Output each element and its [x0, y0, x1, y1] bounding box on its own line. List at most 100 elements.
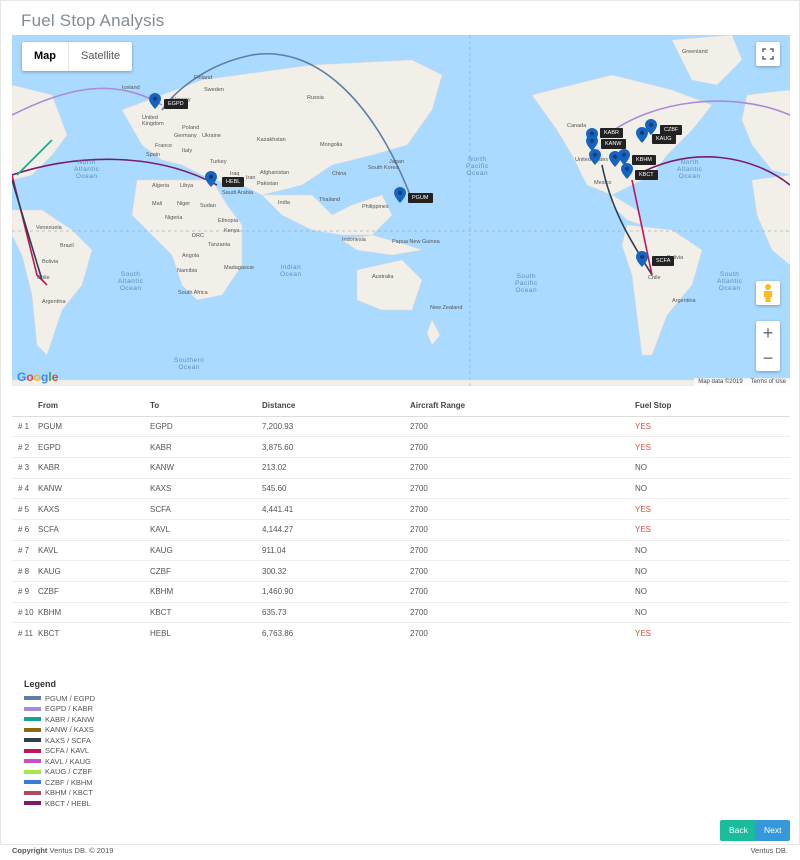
footer-brand: Ventus DB.	[750, 846, 788, 855]
table-row: # 1 PGUM EGPD 7,200.93 2700 YES	[12, 415, 790, 437]
label-bolivia: Bolivia	[42, 259, 59, 265]
distance-cell: 213.02	[262, 456, 410, 479]
range-cell: 2700	[410, 622, 635, 644]
to-cell: HEBL	[150, 622, 262, 644]
marker-kbct[interactable]	[621, 163, 633, 179]
street-view-button[interactable]	[756, 281, 780, 305]
legend-label: CZBF / KBHM	[45, 777, 93, 787]
table-row: # 8 KAUG CZBF 300.32 2700 NO	[12, 560, 790, 582]
map-pin-icon	[205, 171, 217, 187]
legend-item: KANW / KAXS	[24, 725, 95, 736]
table-row: # 5 KAXS SCFA 4,441.41 2700 YES	[12, 498, 790, 520]
label-iceland: Iceland	[122, 85, 140, 91]
distance-cell: 1,460.90	[262, 581, 410, 603]
land-antarctica	[12, 379, 790, 386]
label-new-zealand: New Zealand	[430, 305, 463, 311]
legend-item: SCFA / KAVL	[24, 746, 95, 757]
table-row: # 4 KANW KAXS 545.60 2700 NO	[12, 477, 790, 499]
range-cell: 2700	[410, 601, 635, 623]
label-saudi-arabia: Saudi Arabia	[222, 190, 254, 196]
label-canada: Canada	[567, 123, 587, 129]
label-spain: Spain	[146, 152, 161, 158]
next-button[interactable]: Next	[755, 820, 791, 841]
map-pin-icon	[589, 149, 601, 165]
marker-egpd[interactable]	[149, 93, 161, 109]
land-nz	[426, 319, 441, 346]
legend-label: PGUM / EGPD	[45, 693, 96, 703]
to-cell: KAUG	[150, 539, 262, 561]
label-brazil: Brazil	[60, 243, 74, 249]
legend-label: KBHM / KBCT	[45, 788, 93, 798]
terms-link[interactable]: Terms of Use	[751, 379, 786, 385]
row-index: # 3	[12, 456, 38, 479]
from-cell: CZBF	[38, 581, 150, 603]
google-logo[interactable]: Google	[17, 370, 58, 384]
zoom-control: + −	[756, 321, 780, 371]
row-index: # 1	[12, 415, 38, 437]
table-row: # 7 KAVL KAUG 911.04 2700 NO	[12, 539, 790, 561]
legend-item: KAUG / CZBF	[24, 767, 95, 778]
marker-czbf[interactable]	[645, 119, 657, 135]
fuel-stop-cell: YES	[635, 415, 790, 437]
legend-item: KABR / KANW	[24, 714, 95, 725]
table-header-row: From To Distance Aircraft Range Fuel Sto…	[12, 395, 790, 417]
ocean-south-atlantic-right: South Atlantic Ocean	[717, 271, 743, 292]
to-cell: EGPD	[150, 415, 262, 437]
legend-item: KBCT / HEBL	[24, 798, 95, 809]
legend-item: KBHM / KBCT	[24, 788, 95, 799]
header-aircraft-range: Aircraft Range	[410, 395, 635, 417]
map-type-map-button[interactable]: Map	[22, 42, 68, 71]
marker-pgum[interactable]	[394, 187, 406, 203]
from-cell: KBCT	[38, 622, 150, 644]
land-africa	[131, 179, 243, 301]
land-south-america-left	[12, 209, 93, 356]
fullscreen-icon	[762, 48, 774, 60]
to-cell: KABR	[150, 436, 262, 458]
label-angola: Angola	[182, 253, 200, 259]
page-footer: Copyright Ventus DB. © 2019 Ventus DB.	[0, 846, 800, 855]
pegman-icon	[764, 284, 772, 302]
ocean-south-atlantic-left: South Atlantic Ocean	[118, 271, 144, 292]
label-finland: Finland	[194, 75, 213, 81]
marker-label-kbhm: KBHM	[632, 155, 656, 165]
row-index: # 8	[12, 560, 38, 582]
fullscreen-button[interactable]	[756, 42, 780, 66]
legend-item: PGUM / EGPD	[24, 693, 95, 704]
legend-swatch	[24, 790, 41, 795]
zoom-out-button[interactable]: −	[756, 346, 780, 371]
map-type-control: Map Satellite	[22, 42, 133, 71]
table-row: # 2 EGPD KABR 3,875.60 2700 YES	[12, 436, 790, 458]
label-mexico: Mexico	[594, 180, 612, 186]
zoom-in-button[interactable]: +	[756, 321, 780, 346]
label-namibia: Namibia	[177, 268, 198, 274]
to-cell: CZBF	[150, 560, 262, 582]
header-to: To	[150, 395, 262, 417]
legend-swatch	[24, 717, 41, 722]
label-pakistan: Pakistan	[257, 181, 279, 187]
back-button[interactable]: Back	[720, 820, 757, 841]
route-map[interactable]: North Atlantic Ocean North Pacific Ocean Nor…	[12, 35, 790, 386]
label-australia: Australia	[372, 274, 394, 280]
label-argentina: Argentina	[42, 299, 66, 305]
legend-swatch	[24, 696, 41, 701]
fuel-stop-cell: NO	[635, 456, 790, 479]
marker-label-hebl: HEBL	[222, 177, 245, 187]
legend-item: EGPD / KABR	[24, 704, 95, 715]
marker-kaxs[interactable]	[589, 149, 601, 165]
marker-label-kaug: KAUG	[652, 134, 676, 144]
copyright-label: Copyright	[12, 846, 48, 855]
table-row: # 6 SCFA KAVL 4,144.27 2700 YES	[12, 518, 790, 541]
label-poland: Poland	[182, 125, 200, 131]
marker-label-kabr: KABR	[600, 128, 623, 138]
label-tanzania: Tanzania	[208, 242, 231, 248]
map-attribution: Map data ©2019	[698, 379, 743, 385]
range-cell: 2700	[410, 581, 635, 603]
label-south-africa: South Africa	[178, 290, 208, 296]
marker-scfa[interactable]	[636, 251, 648, 267]
marker-hebl[interactable]	[205, 171, 217, 187]
map-type-satellite-button[interactable]: Satellite	[68, 42, 132, 71]
range-cell: 2700	[410, 415, 635, 437]
label-nigeria: Nigeria	[165, 215, 183, 221]
label-philippines: Philippines	[362, 204, 389, 210]
row-index: # 2	[12, 436, 38, 458]
